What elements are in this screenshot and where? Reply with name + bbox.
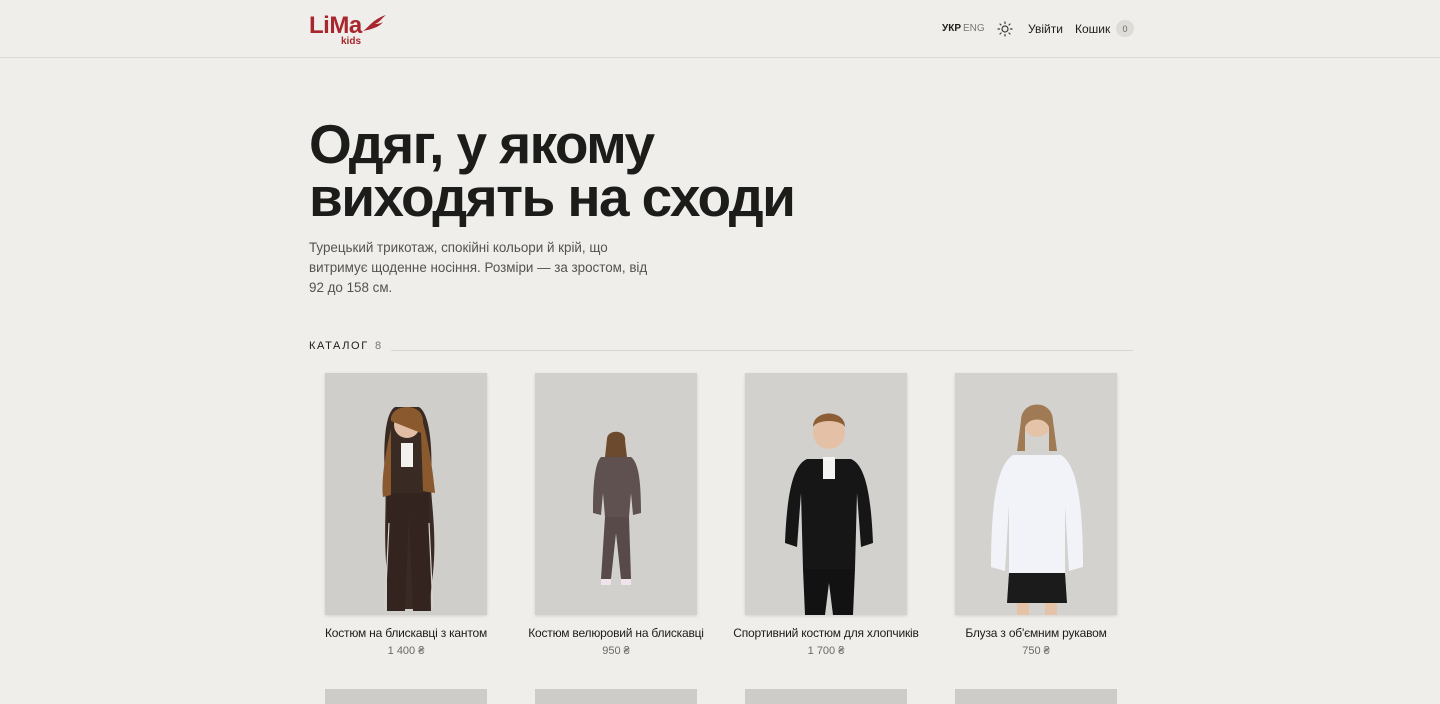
product-photo[interactable]: [955, 689, 1117, 704]
product-photo[interactable]: [535, 373, 697, 615]
product-name[interactable]: Костюм велюровий на блискавці: [499, 626, 733, 640]
product-name[interactable]: Блуза з об'ємним рукавом: [919, 626, 1153, 640]
lang-ukr-button[interactable]: УКР: [942, 23, 961, 34]
cart-count-badge[interactable]: 0: [1116, 20, 1134, 37]
product-price: 1 700 ₴: [807, 645, 845, 657]
product-price: 750 ₴: [1022, 645, 1050, 657]
catalog-heading: КАТАЛОГ 8: [309, 340, 1133, 360]
product-photo[interactable]: [535, 689, 697, 704]
hero-title: Одяг, у якому виходять на сходи: [309, 117, 869, 225]
divider: [391, 350, 1133, 351]
sun-icon[interactable]: [997, 21, 1013, 37]
catalog-count: 8: [375, 340, 382, 352]
product-photo[interactable]: [745, 373, 907, 615]
product-price: 1 400 ₴: [387, 645, 425, 657]
product-name[interactable]: Спортивний костюм для хлопчиків: [709, 626, 943, 640]
product-photo[interactable]: [325, 373, 487, 615]
logo-subtext: kids: [341, 36, 362, 47]
product-photo[interactable]: [325, 689, 487, 704]
site-header: LiMa kids УКР ENG Увійти Кошик 0: [0, 0, 1440, 58]
hero-description: Турецький трикотаж, спокійні кольори й к…: [309, 240, 648, 295]
login-link[interactable]: Увійти: [1028, 22, 1063, 36]
cart-link[interactable]: Кошик: [1075, 22, 1110, 36]
wing-icon: [363, 15, 386, 31]
brand-logo[interactable]: LiMa kids: [309, 10, 389, 48]
catalog-label: КАТАЛОГ: [309, 340, 369, 352]
product-name[interactable]: Костюм на блискавці з кантом: [289, 626, 523, 640]
product-price: 950 ₴: [602, 645, 630, 657]
product-photo[interactable]: [955, 373, 1117, 615]
product-photo[interactable]: [745, 689, 907, 704]
hero-title-line2: виходять на сходи: [309, 166, 796, 228]
lang-eng-button[interactable]: ENG: [963, 23, 985, 34]
